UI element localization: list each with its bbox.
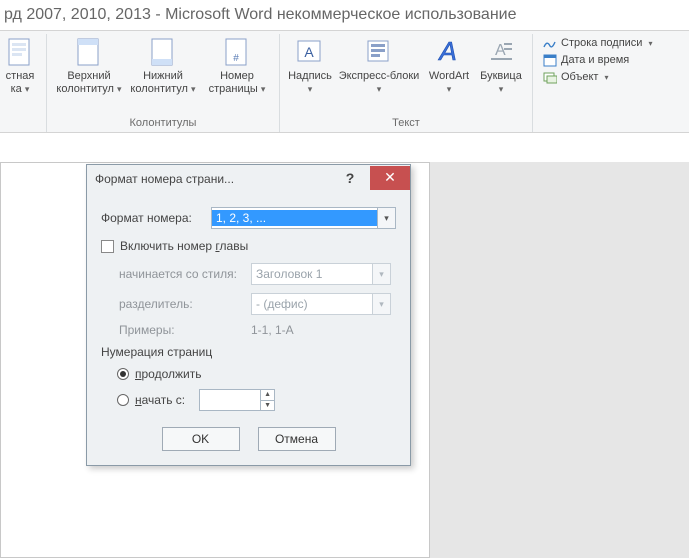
object-icon xyxy=(543,70,557,84)
format-label: Формат номера: xyxy=(101,211,211,225)
signature-icon xyxy=(543,36,557,50)
radio-icon xyxy=(117,368,129,380)
group-caption-text: Текст xyxy=(286,115,526,132)
page-number-button[interactable]: # Номерстраницы ▾ xyxy=(201,34,273,96)
close-icon: ✕ xyxy=(384,169,396,186)
chevron-down-icon: ▾ xyxy=(377,208,395,228)
spin-down-icon[interactable]: ▼ xyxy=(261,401,274,411)
dialog-title: Формат номера страни... xyxy=(95,172,330,186)
object-button[interactable]: Объект▾ xyxy=(543,70,652,84)
radio-startat-label: начать с: xyxy=(135,393,185,407)
datetime-button[interactable]: Дата и время xyxy=(543,53,652,67)
ribbon-group-text: A Надпись▾ Экспресс-блоки▾ A WordArt▾ xyxy=(280,34,533,132)
style-label: начинается со стиля: xyxy=(119,267,251,281)
wordart-button[interactable]: A WordArt▾ xyxy=(424,34,474,96)
include-chapter-label: Включить номер главы xyxy=(120,239,248,253)
startat-input[interactable] xyxy=(200,390,260,410)
startat-spinner[interactable]: ▲ ▼ xyxy=(199,389,275,411)
chevron-down-icon: ▾ xyxy=(372,264,390,284)
radio-startat[interactable]: начать с: ▲ ▼ xyxy=(101,389,396,411)
quickparts-button[interactable]: Экспресс-блоки▾ xyxy=(336,34,422,96)
signature-line-button[interactable]: Строка подписи▾ xyxy=(543,36,652,50)
page-number-icon: # xyxy=(221,36,253,68)
ribbon: стнаяка ▾ Верхнийколонтитул ▾ Нижний xyxy=(0,30,689,133)
wordart-icon: A xyxy=(433,36,465,68)
page-icon xyxy=(4,36,36,68)
svg-text:#: # xyxy=(233,53,239,64)
header-bottom-icon xyxy=(147,36,179,68)
cancel-button[interactable]: Отмена xyxy=(258,427,336,451)
examples-label: Примеры: xyxy=(119,323,251,337)
svg-text:A: A xyxy=(304,44,314,60)
dropcap-button[interactable]: A Буквица▾ xyxy=(476,34,526,96)
calendar-icon xyxy=(543,53,557,67)
quickparts-icon xyxy=(363,36,395,68)
header-top-button[interactable]: Верхнийколонтитул ▾ xyxy=(53,34,125,96)
ok-button[interactable]: OK xyxy=(162,427,240,451)
group-caption-colontitles: Колонтитулы xyxy=(53,115,273,132)
header-top-icon xyxy=(73,36,105,68)
format-combo[interactable]: 1, 2, 3, ... ▾ xyxy=(211,207,396,229)
ribbon-truncated-button[interactable]: стнаяка ▾ xyxy=(0,34,40,96)
spin-up-icon[interactable]: ▲ xyxy=(261,390,274,401)
dropcap-icon: A xyxy=(485,36,517,68)
style-combo: Заголовок 1 ▾ xyxy=(251,263,391,285)
dialog-close-button[interactable]: ✕ xyxy=(370,166,410,190)
page-number-format-dialog: Формат номера страни... ? ✕ Формат номер… xyxy=(86,164,411,466)
include-chapter-checkbox[interactable]: Включить номер главы xyxy=(101,239,396,253)
ribbon-group-colontitles: Верхнийколонтитул ▾ Нижнийколонтитул ▾ #… xyxy=(47,34,280,132)
checkbox-icon xyxy=(101,240,114,253)
textbox-button[interactable]: A Надпись▾ xyxy=(286,34,334,96)
chevron-down-icon: ▾ xyxy=(372,294,390,314)
separator-combo: - (дефис) ▾ xyxy=(251,293,391,315)
numbering-title: Нумерация страниц xyxy=(101,345,396,359)
header-bottom-button[interactable]: Нижнийколонтитул ▾ xyxy=(127,34,199,96)
textbox-icon: A xyxy=(294,36,326,68)
separator-label: разделитель: xyxy=(119,297,251,311)
radio-continue-label: продолжить xyxy=(135,367,201,381)
radio-continue[interactable]: продолжить xyxy=(101,367,396,381)
examples-value: 1-1, 1-A xyxy=(251,323,294,337)
svg-text:A: A xyxy=(437,36,456,66)
radio-icon xyxy=(117,394,129,406)
window-title: рд 2007, 2010, 2013 - Microsoft Word нек… xyxy=(0,0,689,30)
dialog-help-button[interactable]: ? xyxy=(330,166,370,190)
